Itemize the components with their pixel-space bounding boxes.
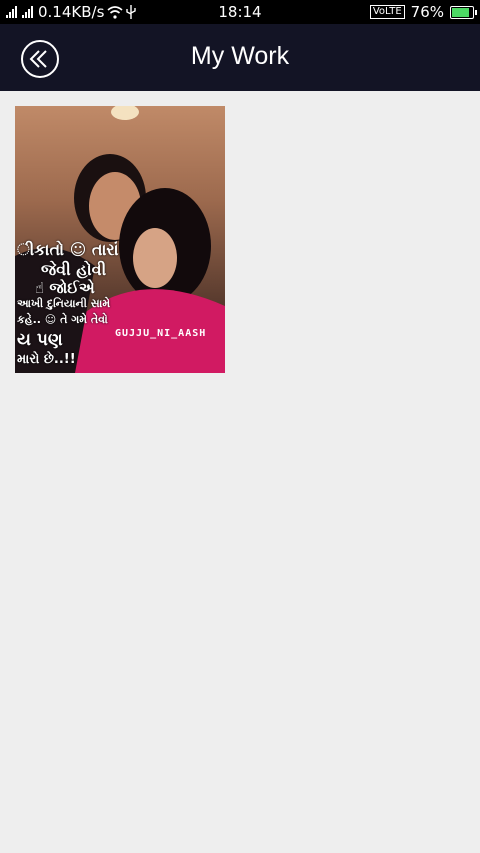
- quote-line-5: કહે.. ☺ તે ગમે તેવો: [17, 313, 108, 326]
- quote-line-7: મારો છે..!!: [17, 352, 76, 367]
- quote-line-4: આખી દુનિયાની સામે: [17, 297, 111, 310]
- quote-line-6: ય પણ: [17, 330, 63, 350]
- quote-line-2: જેવી હોવી: [41, 260, 107, 279]
- quote-line-3: ☝ જોઈએ: [35, 279, 95, 297]
- work-thumbnail[interactable]: ીકાતો ☺ તારાં જેવી હોવી ☝ જોઈએ આખી દુનિય…: [15, 106, 225, 373]
- quote-line-1: ીકાતો ☺ તારાં: [17, 240, 119, 259]
- app-bar: My Work: [0, 24, 480, 91]
- battery-fill: [452, 7, 469, 17]
- watermark-text: GUJJU_NI_AASH: [115, 328, 207, 339]
- battery-icon: [450, 5, 477, 19]
- battery-percent: 76%: [410, 3, 444, 21]
- work-grid: ીકાતો ☺ તારાં જેવી હોવી ☝ જોઈએ આખી દુનિય…: [15, 106, 225, 373]
- status-right: VoLTE 76%: [369, 3, 477, 21]
- status-bar: 0.14KB/s 18:14 VoLTE 76%: [0, 0, 480, 24]
- volte-badge: VoLTE: [369, 5, 405, 19]
- page-title: My Work: [190, 42, 290, 70]
